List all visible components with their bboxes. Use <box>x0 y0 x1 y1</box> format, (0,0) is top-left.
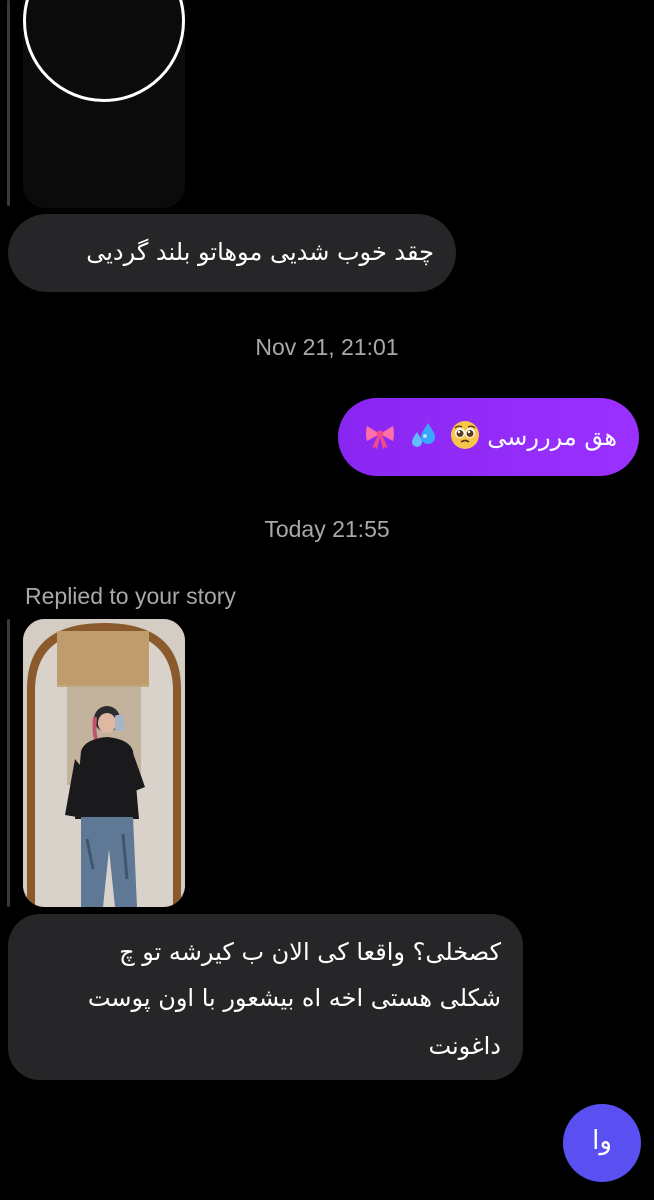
timestamp: Today 21:55 <box>264 516 390 542</box>
timestamp: Nov 21, 21:01 <box>255 334 399 360</box>
message-text: هق مرررسی <box>487 423 617 451</box>
story-reply-indicator-line <box>7 619 10 907</box>
story-ring-icon <box>23 0 185 102</box>
incoming-message-bubble[interactable]: چقد خوب شدیی موهاتو بلند گردیی <box>8 214 456 292</box>
message-content: هق مرررسی <box>360 420 617 456</box>
ribbon-emoji <box>364 420 396 456</box>
message-text: چقد خوب شدیی موهاتو بلند گردیی <box>86 238 434 266</box>
message-text-line-3: داغونت <box>428 1032 501 1060</box>
message-text: وا <box>592 1126 612 1156</box>
incoming-message-bubble[interactable]: کصخلی؟ واقعا کی الان ب کیرشه تو چ شکلی ه… <box>8 914 523 1080</box>
outgoing-message-bubble[interactable]: هق مرررسی <box>338 398 639 476</box>
outgoing-message-bubble[interactable]: وا <box>563 1104 641 1182</box>
message-text-line-2: شکلی هستی اخه اه بیشعور با اون پوست <box>87 984 501 1012</box>
sweat-droplets-emoji <box>408 420 438 456</box>
story-photo-image <box>23 619 185 907</box>
story-thumbnail-top[interactable] <box>23 0 185 208</box>
story-photo-thumbnail[interactable] <box>23 619 185 907</box>
story-reply-indicator-line <box>7 0 10 206</box>
pleading-face-emoji <box>450 420 480 456</box>
replied-to-story-label: Replied to your story <box>25 583 236 609</box>
message-text-line-1: کصخلی؟ واقعا کی الان ب کیرشه تو چ <box>119 938 501 966</box>
